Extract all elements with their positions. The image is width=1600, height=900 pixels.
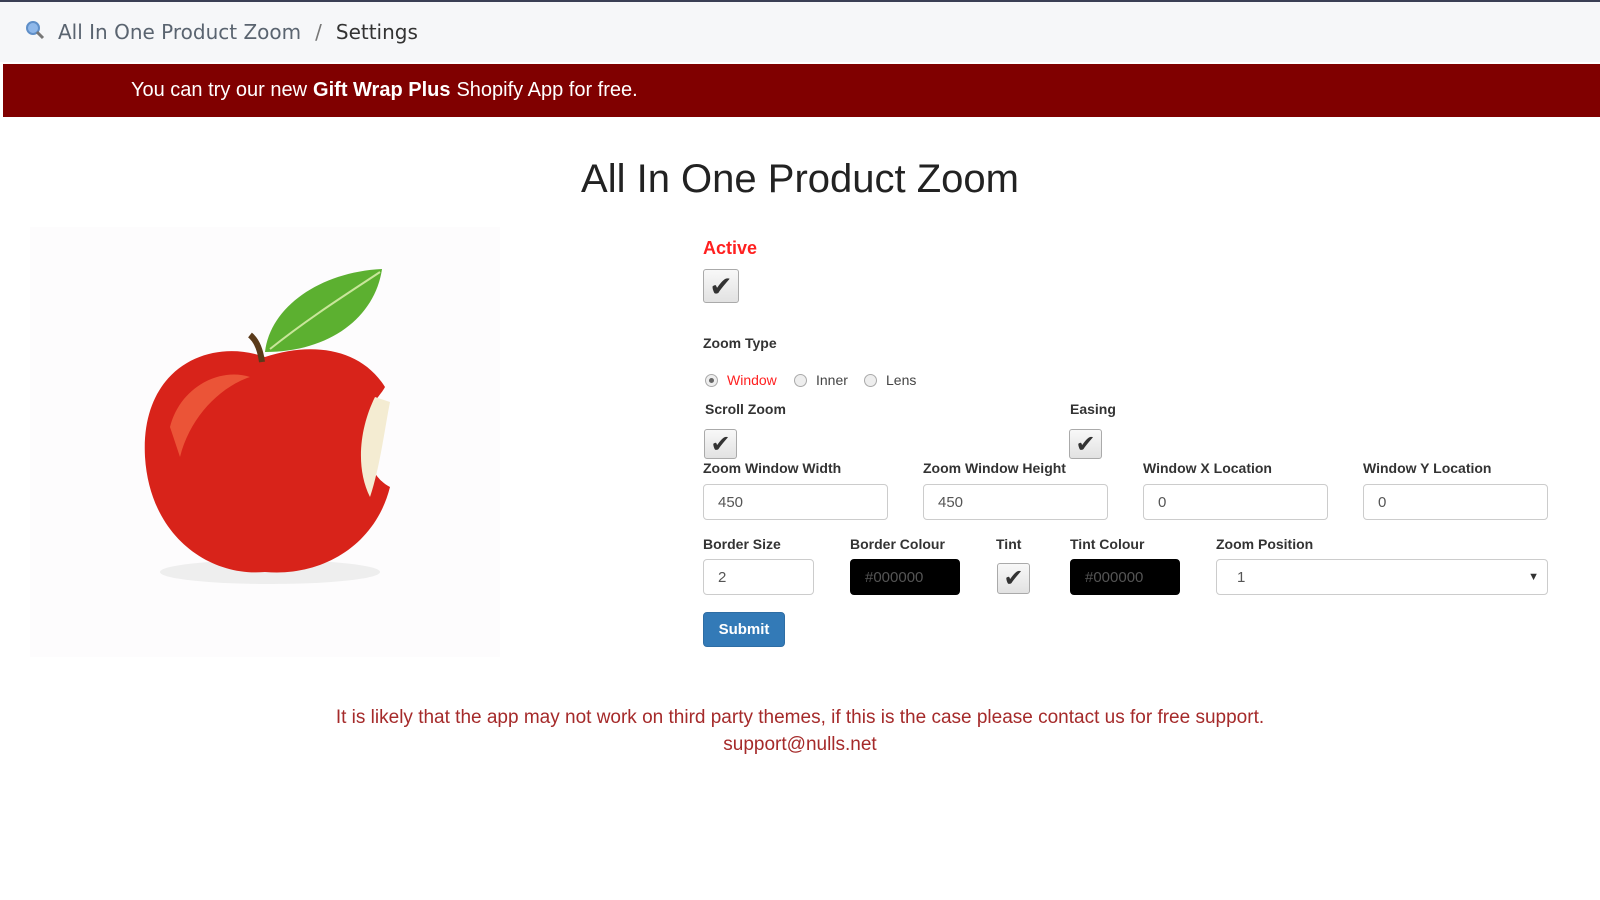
banner-text: You can try our new bbox=[131, 79, 308, 101]
scroll-zoom-checkbox[interactable]: ✔ bbox=[704, 429, 737, 459]
promo-banner: You can try our new Gift Wrap Plus Shopi… bbox=[3, 64, 1600, 117]
checkmark-icon: ✔ bbox=[709, 270, 733, 302]
tint-checkbox[interactable]: ✔ bbox=[997, 563, 1030, 594]
easing-label: Easing bbox=[1070, 401, 1116, 417]
window-y-input[interactable]: 0 bbox=[1363, 484, 1548, 520]
active-checkbox[interactable]: ✔ bbox=[703, 269, 739, 303]
scroll-zoom-label: Scroll Zoom bbox=[705, 401, 786, 417]
tint-colour-input[interactable]: #000000 bbox=[1070, 559, 1180, 595]
product-image bbox=[30, 227, 500, 657]
zoom-position-select[interactable]: 1 ▼ bbox=[1216, 559, 1548, 595]
window-x-label: Window X Location bbox=[1143, 460, 1272, 476]
radio-lens-label: Lens bbox=[886, 372, 917, 388]
support-email-link[interactable]: support@nulls.net bbox=[0, 731, 1600, 758]
breadcrumb-current: Settings bbox=[335, 20, 418, 44]
zoom-window-height-input[interactable]: 450 bbox=[923, 484, 1108, 520]
zoom-window-height-label: Zoom Window Height bbox=[923, 460, 1066, 476]
breadcrumb: All In One Product Zoom / Settings bbox=[0, 2, 1600, 62]
radio-window[interactable]: Window bbox=[705, 372, 777, 388]
radio-inner-label: Inner bbox=[816, 372, 848, 388]
checkmark-icon: ✔ bbox=[1075, 430, 1096, 458]
border-size-label: Border Size bbox=[703, 536, 781, 552]
tint-label: Tint bbox=[996, 536, 1022, 552]
active-label: Active bbox=[703, 238, 758, 258]
notice-text: It is likely that the app may not work o… bbox=[335, 707, 1265, 728]
window-y-label: Window Y Location bbox=[1363, 460, 1492, 476]
page-title: All In One Product Zoom bbox=[581, 157, 1019, 201]
zoom-position-value: 1 bbox=[1237, 568, 1246, 586]
border-colour-label: Border Colour bbox=[850, 536, 945, 552]
radio-lens[interactable]: Lens bbox=[864, 372, 916, 388]
banner-app-name[interactable]: Gift Wrap Plus bbox=[313, 79, 450, 102]
zoom-window-width-label: Zoom Window Width bbox=[703, 460, 842, 476]
banner-text-suffix: Shopify App for free. bbox=[456, 79, 638, 101]
checkmark-icon: ✔ bbox=[1003, 565, 1024, 592]
breadcrumb-app-link[interactable]: All In One Product Zoom bbox=[58, 20, 301, 44]
search-icon bbox=[24, 19, 46, 46]
zoom-window-width-input[interactable]: 450 bbox=[703, 484, 888, 520]
dropdown-arrow-icon: ▼ bbox=[1528, 571, 1539, 583]
zoom-type-label: Zoom Type bbox=[703, 335, 777, 351]
breadcrumb-separator: / bbox=[315, 20, 322, 44]
radio-window-label: Window bbox=[727, 372, 777, 388]
easing-checkbox[interactable]: ✔ bbox=[1069, 429, 1102, 459]
radio-inner[interactable]: Inner bbox=[794, 372, 848, 388]
checkmark-icon: ✔ bbox=[710, 430, 731, 458]
zoom-position-label: Zoom Position bbox=[1216, 536, 1314, 552]
submit-button[interactable]: Submit bbox=[703, 612, 785, 647]
tint-colour-label: Tint Colour bbox=[1070, 536, 1145, 552]
support-notice: It is likely that the app may not work o… bbox=[0, 704, 1600, 758]
border-size-input[interactable]: 2 bbox=[703, 559, 814, 595]
border-colour-input[interactable]: #000000 bbox=[850, 559, 960, 595]
window-x-input[interactable]: 0 bbox=[1143, 484, 1328, 520]
